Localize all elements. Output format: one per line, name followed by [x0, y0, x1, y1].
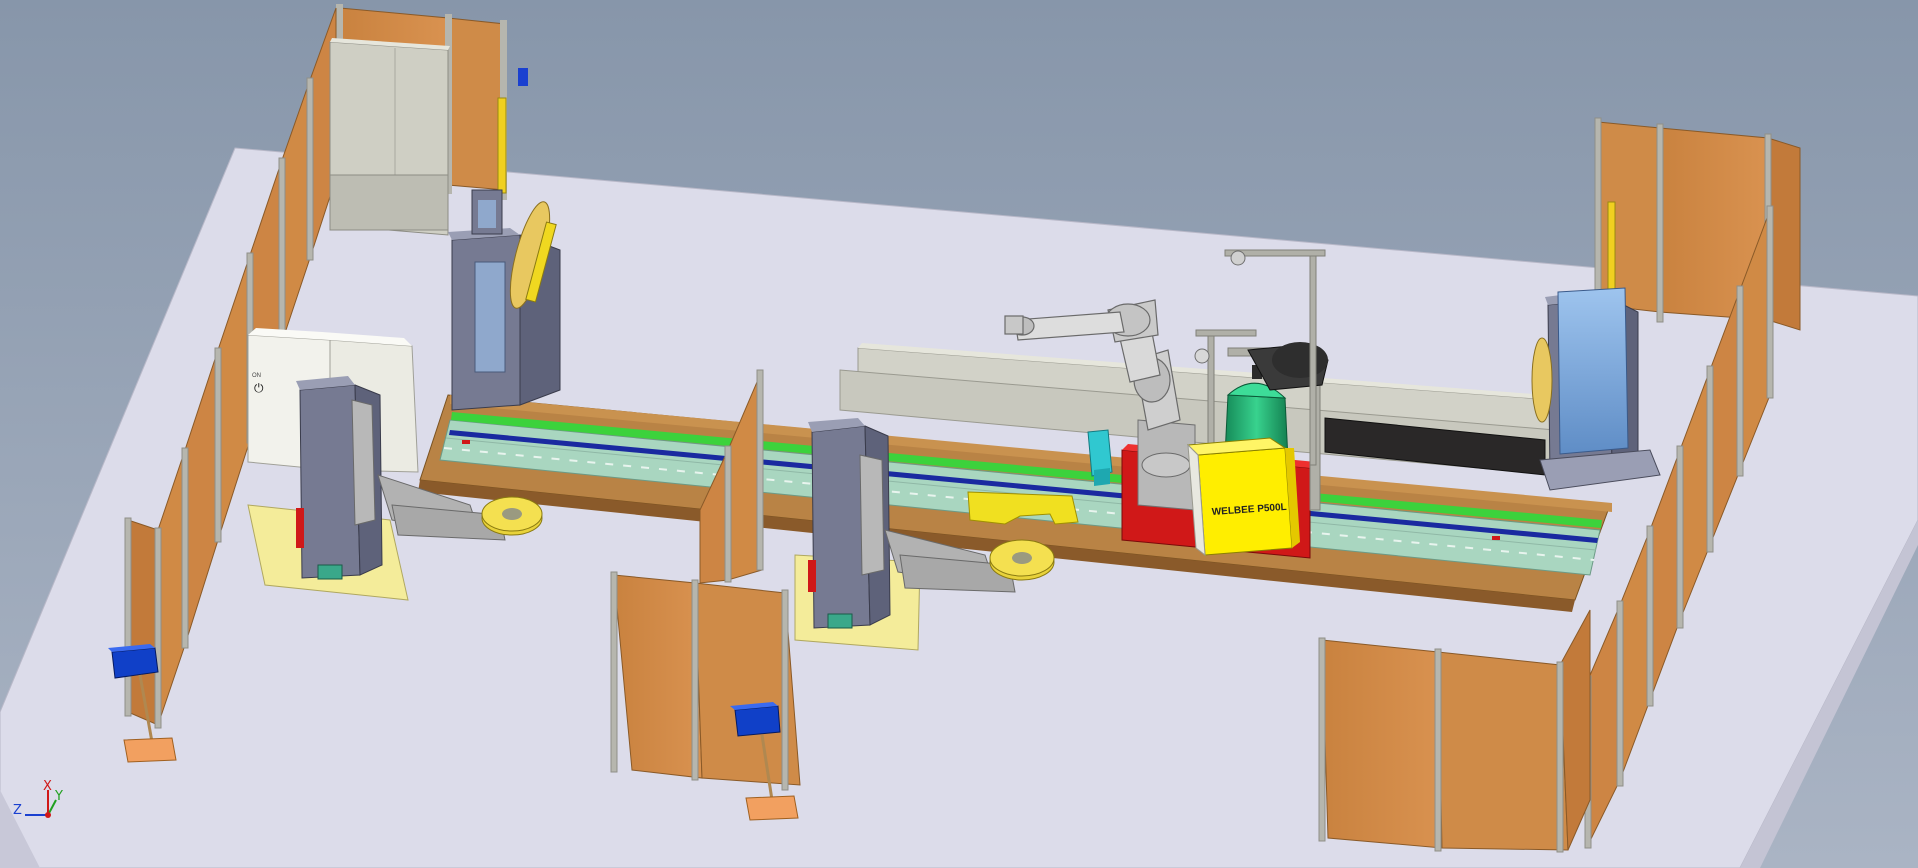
- welding-power-source: WELBEE P500L: [1186, 437, 1300, 557]
- axis-z-label: Z: [13, 803, 22, 818]
- axis-y-label: Y: [54, 789, 63, 804]
- cabinet-small-label: ON: [252, 373, 261, 379]
- power-switch-icon: ⏻: [254, 381, 264, 395]
- axis-x-label: X: [43, 779, 52, 794]
- cad-viewport[interactable]: ON ⏻ WELBEE P500L X Y Z: [0, 0, 1918, 868]
- light-curtain-left: [497, 97, 507, 194]
- light-curtain-right: [1607, 201, 1616, 295]
